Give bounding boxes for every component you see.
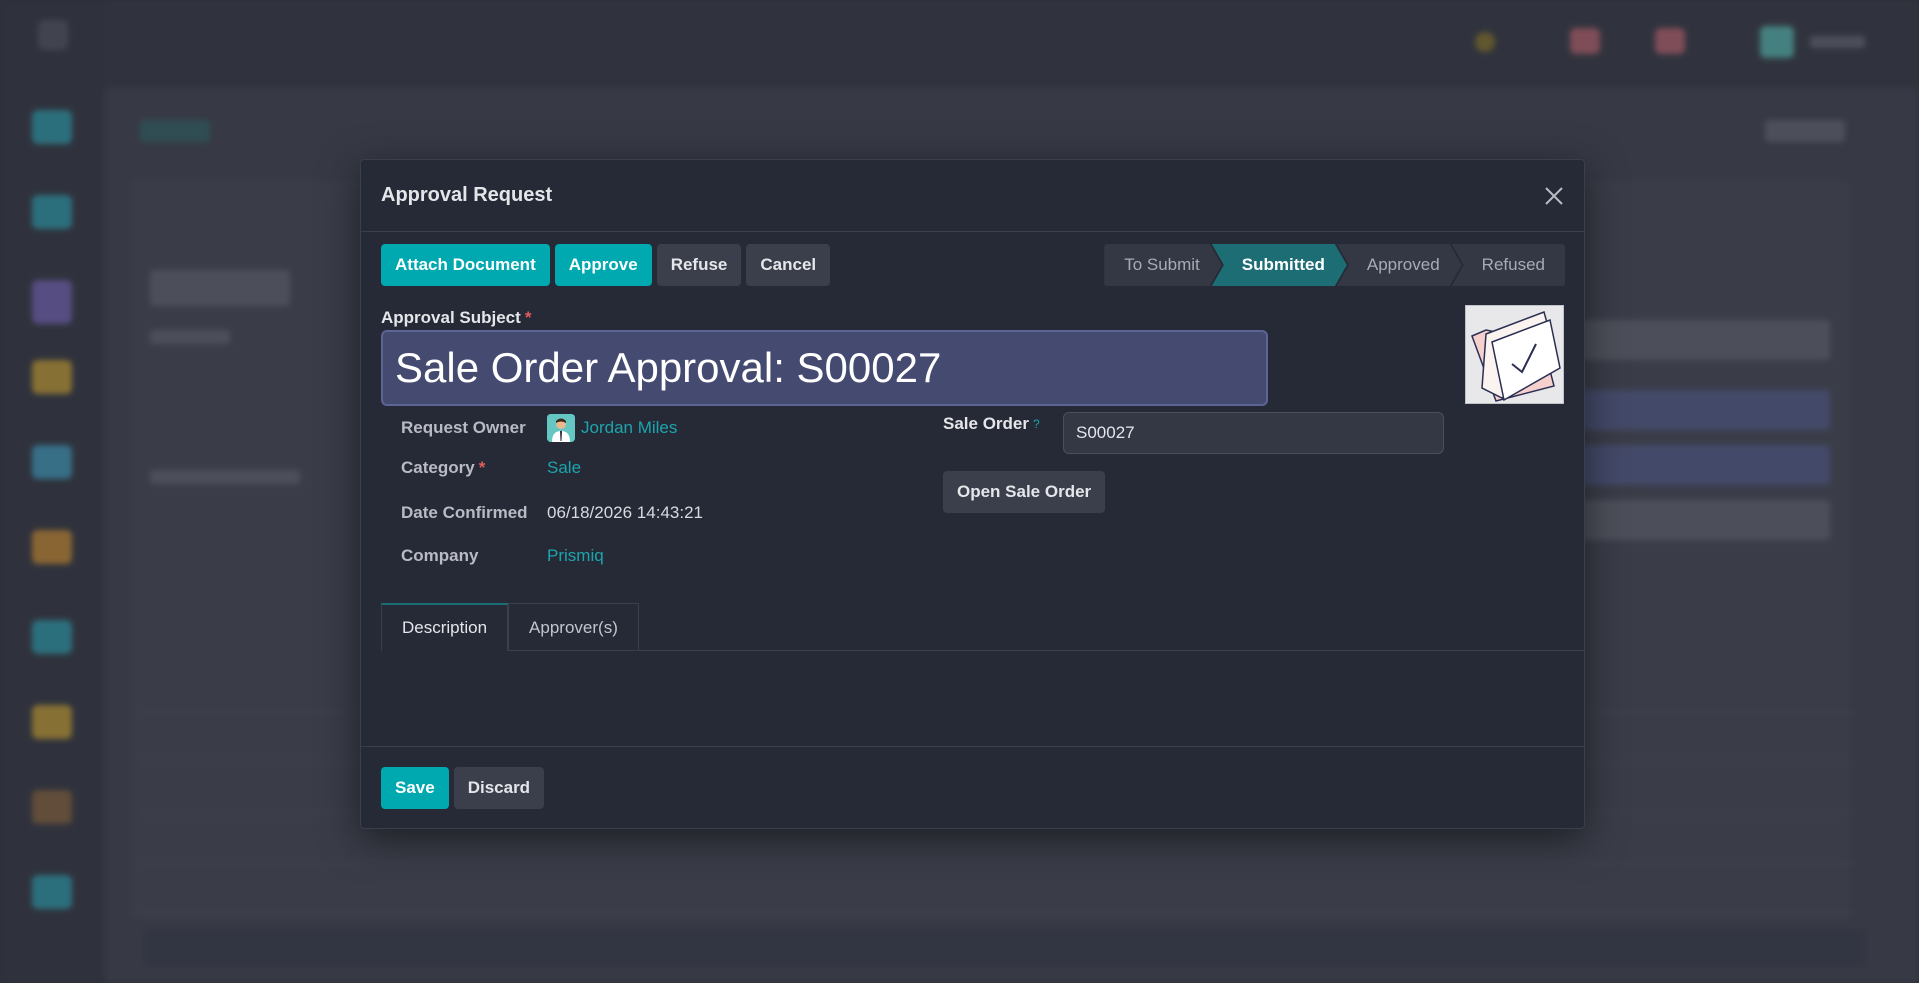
description-panel[interactable] — [361, 651, 1584, 747]
date-confirmed-value: 06/18/2026 14:43:21 — [547, 503, 703, 522]
company-row: Company Prismiq — [401, 546, 604, 566]
action-toolbar: Attach Document Approve Refuse Cancel — [381, 244, 831, 286]
discard-button[interactable]: Discard — [453, 767, 545, 809]
sale-order-label: Sale Order — [943, 414, 1029, 433]
stage-to-submit[interactable]: To Submit — [1104, 244, 1222, 286]
modal-title: Approval Request — [381, 184, 553, 206]
request-image[interactable] — [1465, 305, 1564, 404]
save-button[interactable]: Save — [381, 767, 449, 809]
company-link[interactable]: Prismiq — [547, 546, 604, 566]
request-owner-row: Request Owner Jordan Miles — [401, 414, 677, 442]
stage-approved[interactable]: Approved — [1337, 244, 1462, 286]
refuse-button[interactable]: Refuse — [656, 244, 742, 286]
sale-order-input[interactable]: S00027 — [1063, 412, 1444, 454]
sale-order-label-row: Sale Order ? — [943, 414, 1040, 434]
company-label: Company — [401, 546, 479, 565]
open-sale-order-button[interactable]: Open Sale Order — [943, 471, 1106, 513]
approval-subject-label: Approval Subject * — [381, 308, 531, 328]
cancel-button[interactable]: Cancel — [746, 244, 831, 286]
required-marker: * — [524, 308, 532, 327]
help-icon[interactable]: ? — [1033, 417, 1040, 431]
category-link[interactable]: Sale — [547, 458, 581, 478]
close-icon[interactable] — [1540, 182, 1568, 210]
date-confirmed-row: Date Confirmed 06/18/2026 14:43:21 — [401, 503, 703, 523]
stage-refused[interactable]: Refused — [1451, 244, 1565, 286]
category-label-text: Category — [401, 458, 475, 477]
approval-subject-input[interactable]: Sale Order Approval: S00027 — [381, 330, 1268, 406]
approval-subject-label-text: Approval Subject — [381, 308, 521, 327]
avatar — [547, 414, 575, 442]
required-marker: * — [478, 458, 486, 477]
category-label: Category * — [401, 458, 547, 478]
attach-document-button[interactable]: Attach Document — [381, 244, 550, 286]
status-bar: To Submit Submitted Approved Refused — [1104, 244, 1565, 286]
stage-submitted[interactable]: Submitted — [1212, 244, 1347, 286]
approve-button[interactable]: Approve — [554, 244, 652, 286]
category-row: Category * Sale — [401, 458, 581, 478]
modal-footer: Save Discard — [361, 746, 1584, 828]
date-confirmed-label: Date Confirmed — [401, 503, 528, 522]
tab-bar: Description Approver(s) — [381, 603, 1584, 651]
tab-approvers[interactable]: Approver(s) — [508, 603, 639, 651]
modal-header: Approval Request — [361, 160, 1584, 232]
approval-request-dialog: Approval Request Attach Document Approve… — [360, 159, 1585, 829]
request-owner-link[interactable]: Jordan Miles — [581, 418, 677, 438]
request-owner-label: Request Owner — [401, 418, 526, 437]
folder-check-icon — [1471, 311, 1561, 402]
tab-description[interactable]: Description — [381, 603, 509, 651]
